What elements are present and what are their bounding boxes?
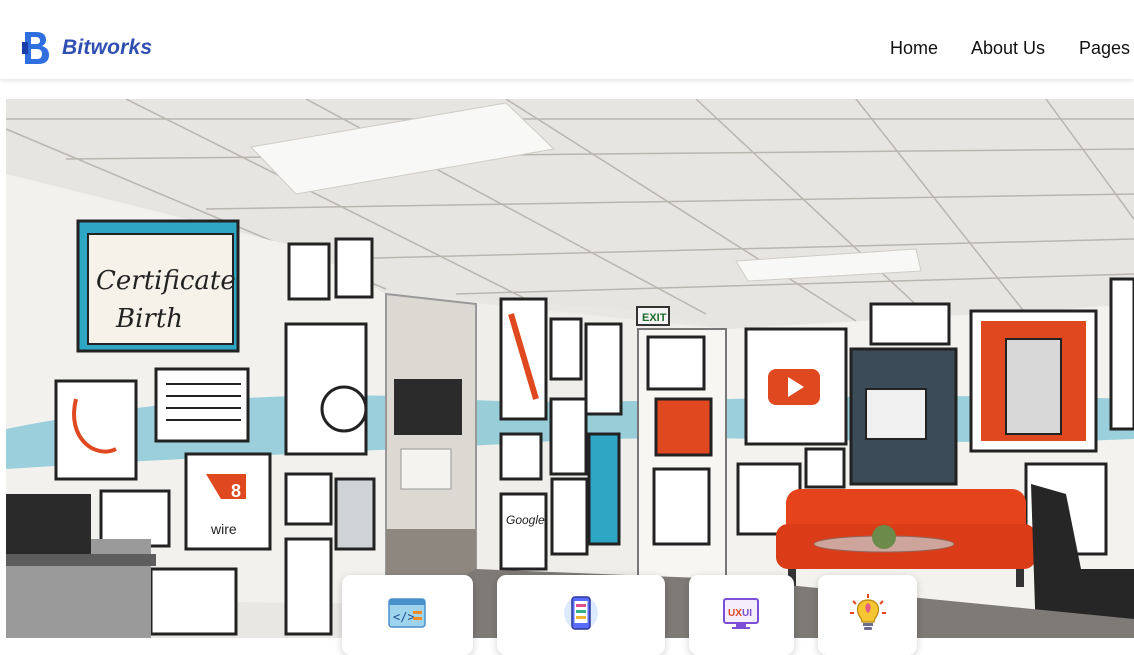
nav-about-us[interactable]: About Us xyxy=(971,38,1045,59)
main-nav: Home About Us Pages▾ xyxy=(0,38,1134,62)
nav-pages[interactable]: Pages▾ xyxy=(1079,38,1134,59)
service-card-mobile-app[interactable] xyxy=(497,575,665,655)
mural-google-text: Google xyxy=(506,513,545,527)
service-card-development[interactable]: </> xyxy=(342,575,473,655)
svg-text:UI: UI xyxy=(742,608,752,619)
mural-certificate-text: Certificate xyxy=(96,266,236,296)
exit-sign-text: EXIT xyxy=(642,312,667,324)
mobile-app-icon xyxy=(564,596,598,630)
service-card-ideas[interactable] xyxy=(818,575,917,655)
nav-home[interactable]: Home xyxy=(890,38,938,59)
lightbulb-idea-icon xyxy=(850,594,886,630)
service-card-ux-ui[interactable]: UX UI xyxy=(689,575,794,655)
mural-birth-text: Birth xyxy=(115,304,183,334)
mural-eight-text: 8 xyxy=(231,481,241,501)
office-lobby-mural-photo: Certificate Birth wire 8 Google EXIT xyxy=(6,99,1134,638)
ux-ui-design-icon: UX UI xyxy=(723,598,759,629)
mural-wire-text: wire xyxy=(210,521,237,537)
svg-text:</>: </> xyxy=(393,610,415,624)
nav-pages-label: Pages xyxy=(1079,38,1131,58)
site-header: Bitworks Home About Us Pages▾ xyxy=(0,0,1134,79)
svg-text:UX: UX xyxy=(728,608,742,619)
hero-image: Certificate Birth wire 8 Google EXIT xyxy=(6,99,1134,638)
code-window-icon: </> xyxy=(388,598,426,628)
